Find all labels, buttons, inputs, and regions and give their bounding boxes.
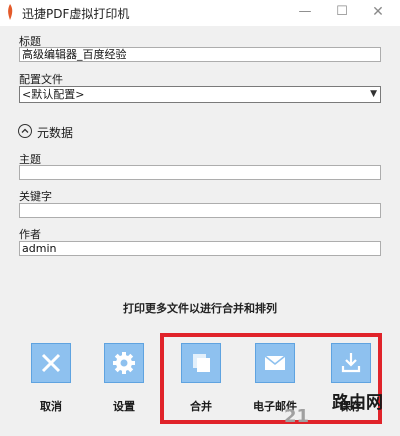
app-icon [8, 4, 13, 20]
keywords-label: 关键字 [19, 190, 52, 203]
author-label: 作者 [19, 228, 41, 241]
close-icon [41, 353, 61, 373]
cancel-button[interactable] [31, 343, 71, 383]
profile-select[interactable]: <默认配置> ▼ [19, 86, 381, 103]
metadata-label: 元数据 [37, 126, 74, 140]
title-field[interactable]: 高级编辑器_百度经验 [19, 47, 381, 62]
watermark-number: 21 [284, 406, 310, 427]
watermark-text: 路由网 [332, 393, 383, 413]
cancel-label: 取消 [40, 400, 62, 413]
settings-button[interactable] [104, 343, 144, 383]
chevron-down-icon: ▼ [370, 89, 377, 99]
keywords-field[interactable] [19, 203, 381, 218]
window-title: 迅捷PDF虚拟打印机 [22, 7, 130, 21]
chevron-up-icon [21, 128, 29, 133]
metadata-toggle-button[interactable] [18, 124, 32, 138]
profile-select-value: <默认配置> [22, 88, 85, 101]
merge-hint-text: 打印更多文件以进行合并和排列 [123, 302, 277, 315]
settings-label: 设置 [113, 400, 135, 413]
subject-field[interactable] [19, 165, 381, 180]
profile-label: 配置文件 [19, 73, 63, 86]
title-bar: 迅捷PDF虚拟打印机 — ☐ ✕ [0, 0, 400, 26]
gear-icon [113, 352, 135, 374]
author-field[interactable]: admin [19, 241, 381, 256]
close-window-button[interactable]: ✕ [356, 0, 400, 26]
